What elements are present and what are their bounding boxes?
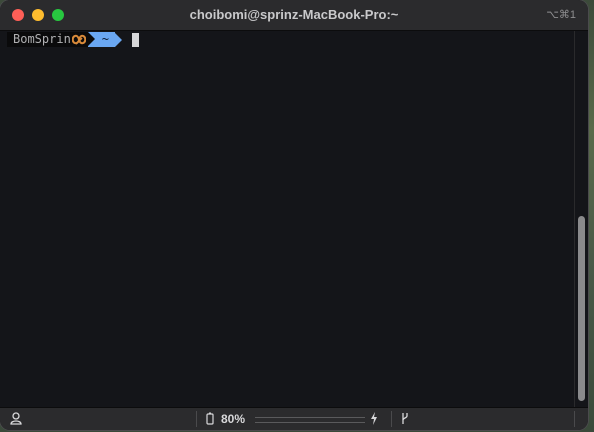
window-shortcut: ⌥⌘1 <box>546 9 576 21</box>
prompt-user-segment: BomSprin <box>7 32 88 47</box>
terminal-content[interactable]: BomSprin ~ <box>0 31 574 407</box>
prompt-arrow <box>115 32 123 47</box>
status-divider <box>196 411 197 427</box>
scrollbar-thumb[interactable] <box>578 216 585 401</box>
person-icon[interactable] <box>10 412 22 425</box>
battery-percent: 80% <box>221 412 246 426</box>
battery-icon <box>206 412 214 425</box>
battery-level-bar <box>255 417 365 423</box>
status-bar: 80% <box>0 407 588 430</box>
vertical-scrollbar[interactable] <box>574 31 588 407</box>
prompt-user-text: BomSprin <box>13 32 71 46</box>
status-divider <box>391 411 392 427</box>
text-cursor <box>132 32 140 47</box>
shell-prompt: BomSprin ~ <box>7 32 140 47</box>
bolt-icon <box>371 412 377 425</box>
battery-level-fill <box>255 418 343 422</box>
git-branch-icon[interactable] <box>400 412 409 425</box>
pretzel-icon <box>71 34 86 45</box>
title-bar[interactable]: choibomi@sprinz-MacBook-Pro:~ ⌥⌘1 <box>0 0 588 31</box>
terminal-window: choibomi@sprinz-MacBook-Pro:~ ⌥⌘1 BomSpr… <box>0 0 588 430</box>
window-title: choibomi@sprinz-MacBook-Pro:~ <box>189 7 399 22</box>
status-divider <box>574 411 575 427</box>
prompt-dir-segment: ~ <box>87 32 116 47</box>
